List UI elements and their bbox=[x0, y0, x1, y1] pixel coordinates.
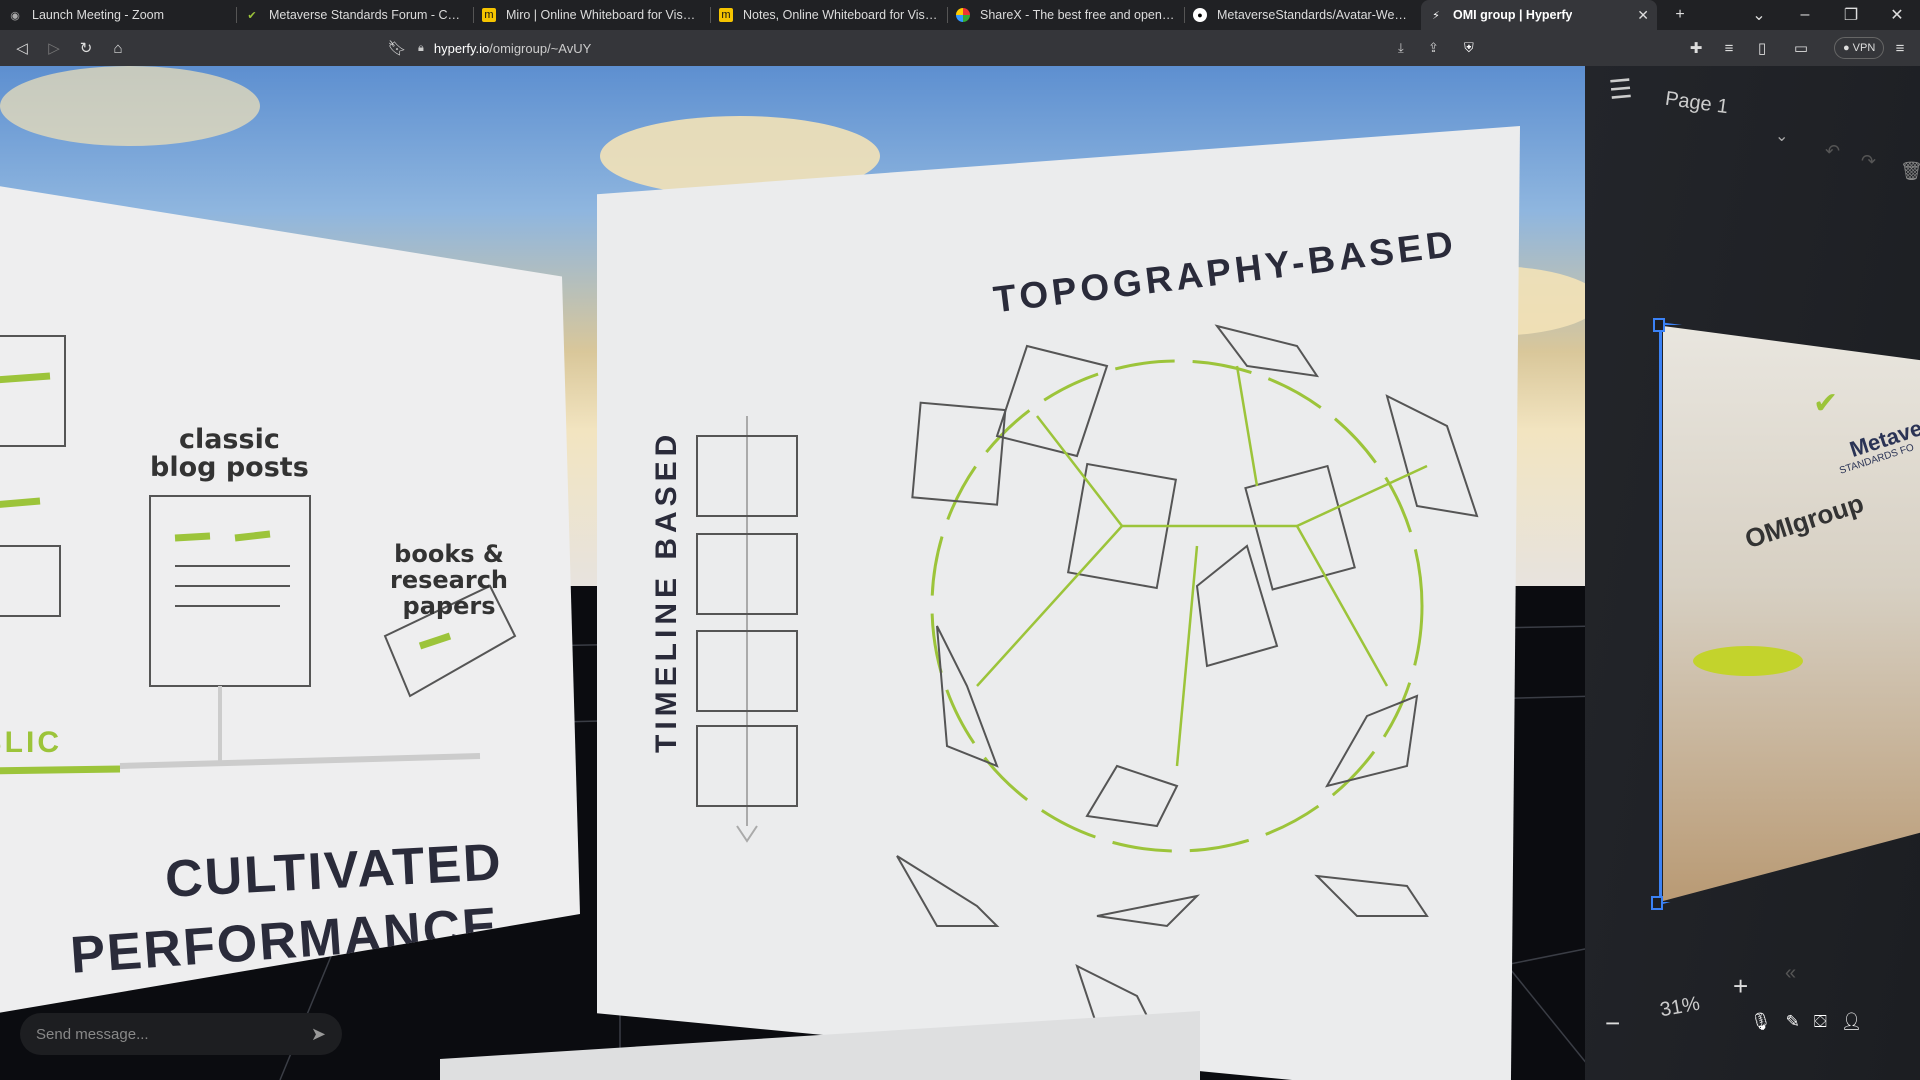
vpn-label: VPN bbox=[1852, 42, 1876, 54]
zoom-icon: ◉ bbox=[10, 9, 20, 22]
backpack-icon[interactable]: ⛋ bbox=[1814, 1012, 1827, 1032]
board-center[interactable]: TIMELINE BASED TOPOGRAPHY-BASED bbox=[597, 126, 1520, 1080]
mic-muted-icon[interactable]: 🎙︎ bbox=[1750, 1012, 1772, 1032]
cloud bbox=[0, 66, 260, 146]
label-classic-blog-posts: classic blog posts bbox=[150, 424, 309, 483]
hyperfy-3d-viewport[interactable]: classic blog posts books & research pape… bbox=[0, 66, 1920, 1080]
close-tab-icon[interactable]: ✕ bbox=[1637, 7, 1649, 24]
tab-title: Miro | Online Whiteboard for Visual C bbox=[506, 8, 702, 22]
sidebar-icon[interactable]: ▯ bbox=[1746, 34, 1778, 62]
browser-toolbar: ◁ ▷ ↻ ⌂ 🔖︎ 🔒︎ hyperfy.io/omigroup/~AvUY … bbox=[0, 30, 1920, 66]
selection-outline bbox=[1659, 322, 1920, 905]
trash-icon[interactable]: 🗑︎ bbox=[1900, 161, 1920, 182]
restore-button[interactable]: ❐ bbox=[1828, 5, 1874, 25]
hyperfy-icon: ⚡ bbox=[1432, 9, 1440, 22]
tab-title: Launch Meeting - Zoom bbox=[32, 8, 165, 22]
tab-title: Metaverse Standards Forum - Chairs bbox=[269, 8, 465, 22]
page-chevron-down-icon[interactable]: ⌄ bbox=[1775, 126, 1788, 146]
new-tab-button[interactable]: + bbox=[1657, 6, 1703, 24]
hud-controls: 🎙︎ ✎ ⛋ 👤︎ bbox=[1750, 1012, 1862, 1032]
tab-msf-chairs[interactable]: ✔ Metaverse Standards Forum - Chairs bbox=[237, 0, 473, 30]
user-icon[interactable]: 👤︎ bbox=[1841, 1012, 1863, 1032]
share-icon[interactable]: ⇪ bbox=[1428, 40, 1439, 56]
msf-icon: ✔ bbox=[247, 9, 257, 22]
menu-icon[interactable]: ≡ bbox=[1884, 34, 1916, 62]
tab-title: ShareX - The best free and open sou bbox=[980, 8, 1176, 22]
send-icon[interactable]: ➤ bbox=[311, 1024, 326, 1045]
tab-miro[interactable]: m Miro | Online Whiteboard for Visual C bbox=[474, 0, 710, 30]
board-left[interactable]: classic blog posts books & research pape… bbox=[0, 183, 580, 1016]
hamburger-menu-icon[interactable]: ☰ bbox=[1608, 73, 1634, 106]
minimize-button[interactable]: – bbox=[1782, 6, 1828, 24]
extensions-icon[interactable]: ✚ bbox=[1680, 34, 1712, 62]
tab-title: MetaverseStandards/Avatar-Wearabl bbox=[1217, 8, 1413, 22]
lock-icon: 🔒︎ bbox=[418, 41, 424, 54]
tab-title: OMI group | Hyperfy bbox=[1453, 8, 1573, 22]
label-timeline-based: TIMELINE BASED bbox=[650, 429, 683, 753]
tab-sharex[interactable]: ShareX - The best free and open sou bbox=[948, 0, 1184, 30]
sharex-icon bbox=[956, 8, 970, 22]
pencil-icon[interactable]: ✎ bbox=[1786, 1012, 1800, 1032]
tab-miro-notes[interactable]: m Notes, Online Whiteboard for Visual C bbox=[711, 0, 947, 30]
install-app-icon[interactable]: ⤓ bbox=[1398, 40, 1404, 56]
selection-handle-bottom-left[interactable] bbox=[1651, 896, 1663, 910]
chat-input[interactable]: Send message... ➤ bbox=[20, 1013, 342, 1055]
tab-strip: ◉ Launch Meeting - Zoom ✔ Metaverse Stan… bbox=[0, 0, 1920, 30]
tab-hyperfy[interactable]: ⚡ OMI group | Hyperfy ✕ bbox=[1421, 0, 1657, 30]
undo-icon[interactable]: ↶ bbox=[1825, 141, 1840, 162]
url-path: /omigroup/~AvUY bbox=[489, 40, 592, 56]
reload-icon[interactable]: ↻ bbox=[70, 34, 102, 62]
url-domain: hyperfy.io bbox=[433, 40, 490, 56]
playlist-icon[interactable]: ≡ bbox=[1713, 34, 1745, 62]
bookmark-icon[interactable]: 🔖︎ bbox=[381, 34, 413, 62]
zoom-out-button[interactable]: − bbox=[1605, 1008, 1620, 1039]
tab-zoom[interactable]: ◉ Launch Meeting - Zoom bbox=[0, 0, 236, 30]
tab-title: Notes, Online Whiteboard for Visual C bbox=[743, 8, 939, 22]
miro-icon: m bbox=[719, 8, 733, 22]
redo-icon[interactable]: ↷ bbox=[1861, 151, 1876, 172]
whiteboard-panel[interactable]: ☰ Page 1 ⌄ ↶ ↷ 🗑︎ Metaverse STANDARDS FO… bbox=[1585, 66, 1920, 1080]
selection-handle-top-left[interactable] bbox=[1653, 318, 1665, 332]
label-books-research-papers: books & research papers bbox=[390, 540, 509, 620]
back-icon[interactable]: ◁ bbox=[6, 34, 38, 62]
forward-icon[interactable]: ▷ bbox=[38, 34, 70, 62]
github-icon: ● bbox=[1193, 8, 1207, 22]
label-public: BLIC bbox=[0, 726, 62, 759]
zoom-in-button[interactable]: + bbox=[1733, 971, 1748, 1002]
chat-placeholder: Send message... bbox=[36, 1025, 149, 1043]
miro-icon: m bbox=[482, 8, 496, 22]
address-bar[interactable]: 🔒︎ hyperfy.io/omigroup/~AvUY ⤓ ⇪ ⛨ bbox=[418, 34, 1488, 62]
vpn-badge[interactable]: ● VPN bbox=[1834, 37, 1885, 59]
wallet-icon[interactable]: ▭ bbox=[1785, 34, 1817, 62]
home-icon[interactable]: ⌂ bbox=[102, 34, 134, 62]
close-window-button[interactable]: ✕ bbox=[1874, 5, 1920, 25]
tab-github[interactable]: ● MetaverseStandards/Avatar-Wearabl bbox=[1185, 0, 1421, 30]
tab-search-chevron-icon[interactable]: ⌄ bbox=[1736, 5, 1782, 25]
brave-shield-icon[interactable]: ⛨ bbox=[1464, 40, 1474, 56]
collapse-chevron-icon[interactable]: « bbox=[1785, 962, 1796, 985]
